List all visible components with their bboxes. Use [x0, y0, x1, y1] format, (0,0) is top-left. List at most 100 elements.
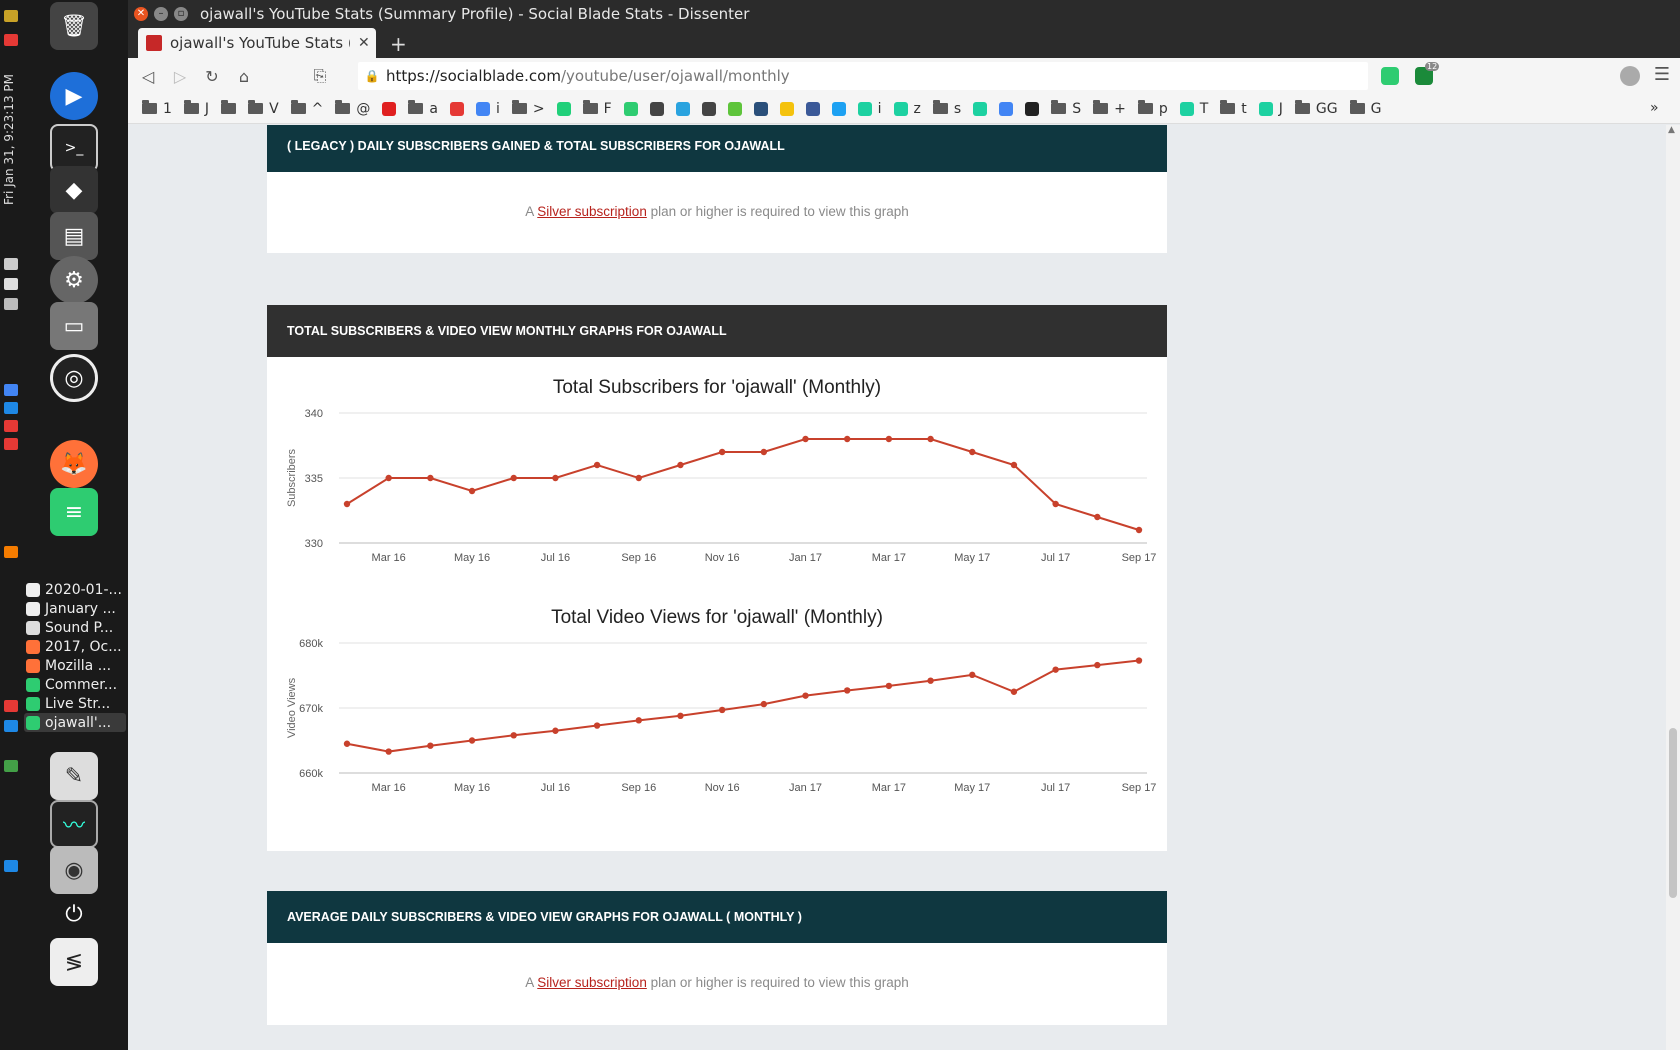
scrollbar-thumb[interactable]	[1669, 728, 1677, 898]
bookmarks-overflow-button[interactable]: »	[1650, 100, 1666, 116]
battery-icon[interactable]	[4, 298, 18, 310]
wifi-icon[interactable]	[4, 278, 18, 290]
window-item-active[interactable]: ojawall'...	[24, 713, 126, 732]
bookmark-item[interactable]: GG	[1294, 100, 1338, 117]
bookmark-item[interactable]	[999, 101, 1014, 116]
tray-icon[interactable]	[4, 258, 18, 270]
settings-icon[interactable]: ⚙	[50, 256, 98, 304]
file-cabinet-icon[interactable]: ▭	[50, 302, 98, 350]
power-icon[interactable]: ⏻	[50, 890, 98, 938]
dissenter-icon[interactable]: ≡	[50, 488, 98, 536]
tray-icon[interactable]	[4, 546, 18, 558]
bookmark-item[interactable]: +	[1093, 100, 1126, 117]
bookmark-item[interactable]: 1	[142, 100, 172, 117]
minimize-window-button[interactable]: –	[154, 7, 168, 21]
panel-heading: TOTAL SUBSCRIBERS & VIDEO VIEW MONTHLY G…	[267, 305, 1167, 357]
tray-icon[interactable]	[4, 860, 18, 872]
text-editor-icon[interactable]: ✎	[50, 752, 98, 800]
video-views-chart: Total Video Views for 'ojawall' (Monthly…	[267, 587, 1167, 817]
scanner-icon[interactable]: ▤	[50, 212, 98, 260]
bookmark-item[interactable]	[649, 101, 664, 116]
tray-icon[interactable]	[4, 700, 18, 712]
firefox-icon[interactable]: 🦊	[50, 440, 98, 488]
tray-icon[interactable]	[4, 420, 18, 432]
silver-subscription-link[interactable]: Silver subscription	[537, 975, 647, 990]
bookmark-item[interactable]: a	[408, 100, 438, 117]
bookmark-item[interactable]: >	[511, 100, 545, 117]
window-item[interactable]: Mozilla ...	[24, 656, 126, 675]
bookmarks-bar: 1 J V ^ @ a i > Fi z s S + p Tt J GG G	[128, 94, 1680, 124]
new-tab-button[interactable]: +	[390, 32, 407, 56]
series-line	[346, 438, 1140, 531]
bookmark-item[interactable]: p	[1137, 100, 1168, 117]
bookmark-item[interactable]: ^	[290, 100, 323, 117]
bookmark-item[interactable]: t	[1220, 100, 1247, 117]
bookmark-page-button[interactable]: ⎘	[304, 66, 336, 86]
bookmark-item[interactable]	[221, 100, 237, 114]
tab-close-icon[interactable]: ✕	[358, 35, 370, 51]
tab-socialblade[interactable]: ojawall's YouTube Stats (Su ✕	[138, 28, 376, 58]
window-item[interactable]: Sound P...	[24, 618, 126, 637]
scroll-up-icon[interactable]: ▲	[1668, 125, 1675, 135]
bookmark-item[interactable]: T	[1179, 101, 1208, 117]
window-item[interactable]: January ...	[24, 599, 126, 618]
terminal-icon[interactable]: >_	[50, 124, 98, 172]
forward-button[interactable]: ▷	[164, 67, 196, 86]
hamburger-menu-icon[interactable]: ☰	[1654, 64, 1670, 85]
media-player-icon[interactable]: ▶	[50, 72, 98, 120]
bookmark-item[interactable]: i	[857, 101, 882, 117]
bookmark-item[interactable]: S	[1051, 100, 1081, 117]
bookmark-item[interactable]	[779, 101, 794, 116]
window-item[interactable]: 2020-01-...	[24, 580, 126, 599]
trash-icon[interactable]: 🗑	[50, 2, 98, 50]
bookmark-item[interactable]	[831, 101, 846, 116]
data-point	[677, 461, 684, 469]
bookmark-item[interactable]: J	[1258, 101, 1283, 117]
close-window-button[interactable]: ✕	[134, 7, 148, 21]
window-item[interactable]: 2017, Oc...	[24, 637, 126, 656]
bookmark-item[interactable]	[556, 101, 571, 116]
camera-icon[interactable]: ◉	[50, 846, 98, 894]
bookmark-item[interactable]: G	[1349, 100, 1381, 117]
tray-icon[interactable]	[4, 10, 18, 22]
bookmark-item[interactable]	[805, 101, 820, 116]
obs-icon[interactable]: ◎	[50, 354, 98, 402]
page-scrollbar[interactable]: ▲	[1666, 125, 1680, 1050]
bookmark-item[interactable]: J	[183, 100, 209, 117]
dissenter-extension-icon[interactable]	[1381, 67, 1399, 85]
bookmark-item[interactable]	[449, 101, 464, 116]
tray-icon[interactable]	[4, 760, 18, 772]
app-icon[interactable]: ≶	[50, 938, 98, 986]
bookmark-item[interactable]: s	[932, 100, 961, 117]
profile-avatar[interactable]	[1620, 66, 1640, 86]
bookmark-item[interactable]: F	[582, 100, 612, 117]
bookmark-item[interactable]	[701, 101, 716, 116]
address-bar[interactable]: 🔒 https://socialblade.com/youtube/user/o…	[358, 62, 1368, 90]
bookmark-item[interactable]	[1025, 101, 1040, 116]
bookmark-item[interactable]: i	[475, 101, 500, 117]
bookmark-item[interactable]: z	[893, 101, 921, 117]
window-item[interactable]: Live Str...	[24, 694, 126, 713]
bookmark-item[interactable]	[727, 101, 742, 116]
x-tick-label: Sep 16	[621, 782, 656, 794]
bookmark-item[interactable]	[973, 101, 988, 116]
window-item[interactable]: Commer...	[24, 675, 126, 694]
tray-icon[interactable]	[4, 720, 18, 732]
bookmark-item[interactable]: V	[248, 100, 279, 117]
system-monitor-icon[interactable]: 〰	[50, 800, 98, 848]
bookmark-item[interactable]	[675, 101, 690, 116]
bookmark-item[interactable]	[753, 101, 768, 116]
reload-button[interactable]: ↻	[196, 67, 228, 86]
bookmark-item[interactable]	[623, 101, 638, 116]
home-button[interactable]: ⌂	[228, 67, 260, 86]
tray-icon[interactable]	[4, 438, 18, 450]
silver-subscription-link[interactable]: Silver subscription	[537, 204, 647, 219]
tray-icon[interactable]	[4, 402, 18, 414]
inkscape-icon[interactable]: ◆	[50, 166, 98, 214]
bookmark-item[interactable]: @	[335, 100, 370, 117]
tray-icon[interactable]	[4, 384, 18, 396]
maximize-window-button[interactable]: ▫	[174, 7, 188, 21]
back-button[interactable]: ◁	[132, 67, 164, 86]
bookmark-item[interactable]	[382, 101, 397, 116]
tray-icon[interactable]	[4, 34, 18, 46]
